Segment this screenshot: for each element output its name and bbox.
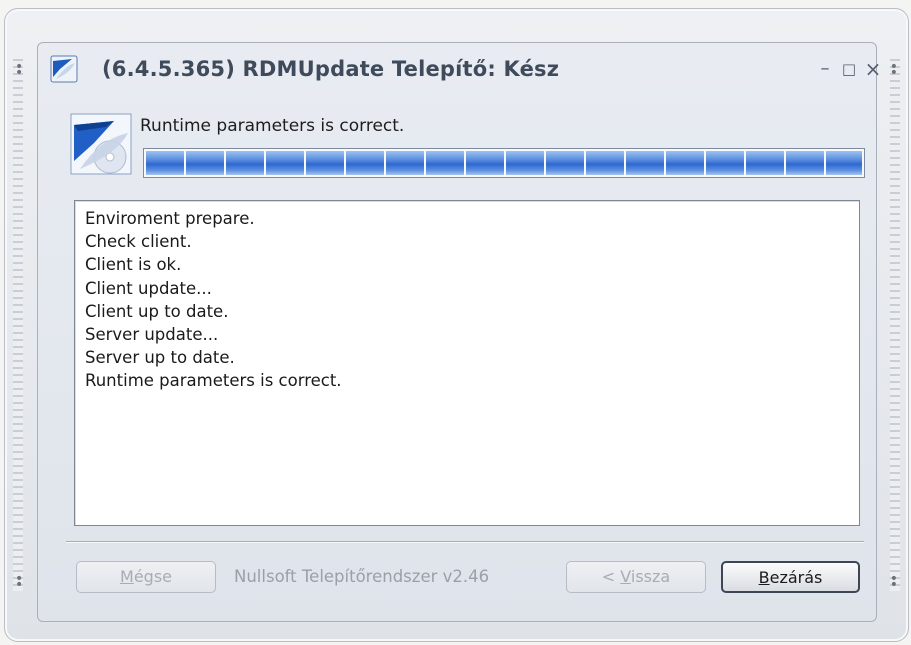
log-line: Client up to date. xyxy=(85,301,229,321)
log-line: Server up to date. xyxy=(85,348,235,368)
close-accel-letter: B xyxy=(758,568,770,587)
back-accel-letter: V xyxy=(620,567,631,586)
log-line: Client is ok. xyxy=(85,255,182,275)
right-resize-grip[interactable] xyxy=(890,59,900,591)
footer-separator xyxy=(66,541,864,543)
close-button[interactable]: Bezárás xyxy=(721,561,860,593)
minimize-icon[interactable]: – xyxy=(814,57,836,81)
maximize-icon[interactable]: □ xyxy=(838,57,860,81)
close-icon[interactable]: × xyxy=(862,57,884,81)
grip-dots-icon: • • xyxy=(15,571,24,593)
details-log-list[interactable]: Enviroment prepare. Check client. Client i… xyxy=(74,200,860,526)
installer-header-icon xyxy=(70,113,132,175)
grip-dots-icon: • • xyxy=(889,59,898,81)
cancel-accel-letter: M xyxy=(120,567,134,586)
installer-window: (6.4.5.365) RDMUpdate Telepítő: Kész – □… xyxy=(37,42,881,622)
progress-bar-fill xyxy=(146,151,862,175)
title-bar[interactable]: (6.4.5.365) RDMUpdate Telepítő: Kész – □… xyxy=(38,43,881,95)
cancel-button[interactable]: Mégse xyxy=(76,561,216,593)
window-title: (6.4.5.365) RDMUpdate Telepítő: Kész xyxy=(102,57,560,81)
close-label: ezárás xyxy=(769,568,823,587)
installer-app-icon xyxy=(50,55,78,83)
log-line: Check client. xyxy=(85,232,192,252)
status-text: Runtime parameters is correct. xyxy=(140,116,405,136)
log-line: Server update... xyxy=(85,324,219,344)
log-line: Runtime parameters is correct. xyxy=(85,371,342,391)
grip-dots-icon: • • xyxy=(889,571,898,593)
back-button[interactable]: < Vissza xyxy=(566,561,706,593)
back-label: issza xyxy=(630,567,671,586)
left-resize-grip[interactable] xyxy=(13,59,23,591)
log-line: Client update... xyxy=(85,278,212,298)
cancel-label: égse xyxy=(133,567,172,586)
branding-text: Nullsoft Telepítőrendszer v2.46 xyxy=(234,567,490,586)
progress-bar xyxy=(143,148,865,178)
grip-dots-icon: • • xyxy=(15,59,24,81)
back-prefix: < xyxy=(601,567,621,586)
log-line: Enviroment prepare. xyxy=(85,209,255,228)
